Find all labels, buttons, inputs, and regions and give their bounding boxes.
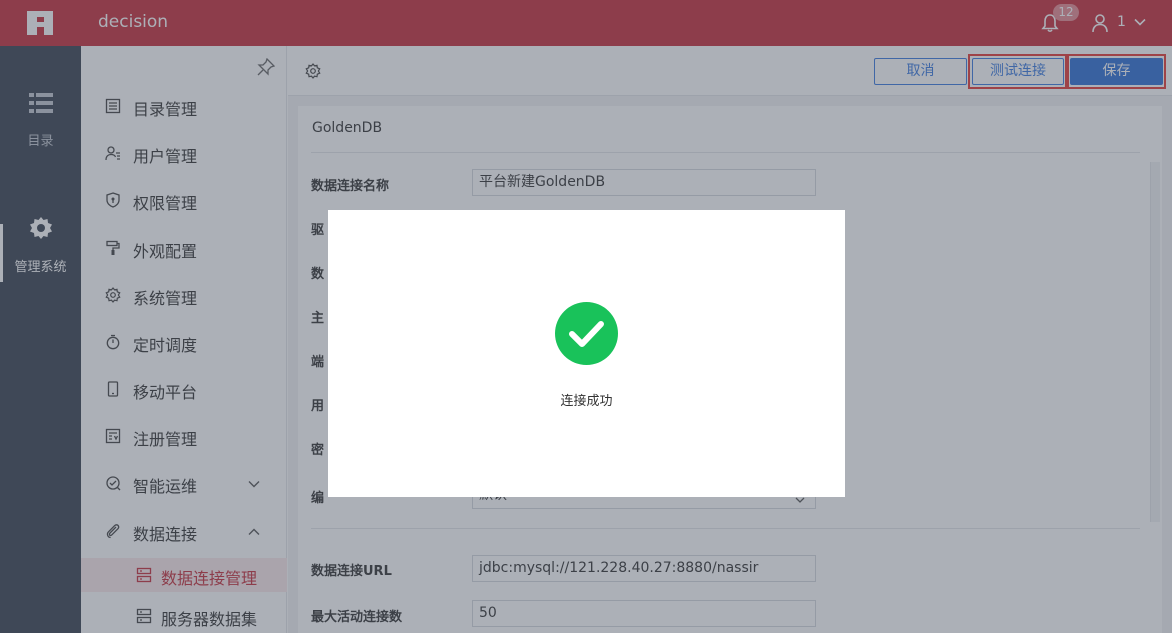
success-dialog: 连接成功: [328, 210, 845, 497]
check-circle-icon: [555, 302, 618, 365]
dialog-message: 连接成功: [560, 394, 613, 409]
